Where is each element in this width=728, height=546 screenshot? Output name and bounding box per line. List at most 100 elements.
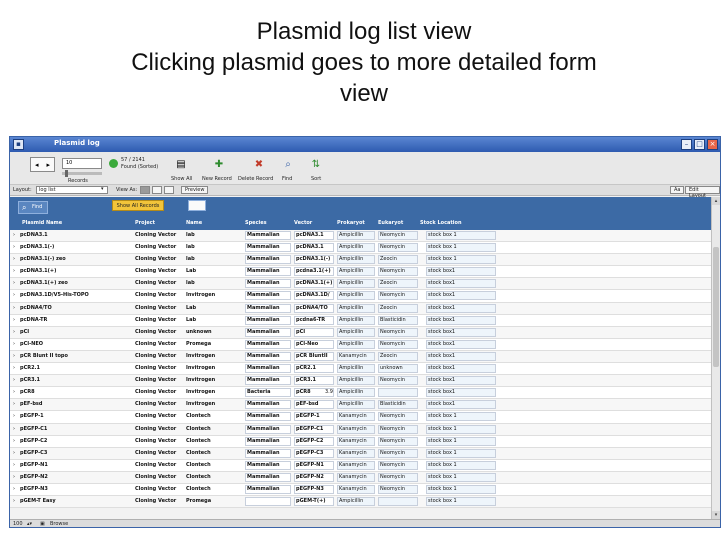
cell-vector: pEGFP-C1 (294, 424, 334, 434)
cell-project: Cloning Vector (135, 328, 177, 335)
cell-stock-location: stock box1 (426, 351, 496, 361)
table-row[interactable]: › pcDNA3.1(+) zeo Cloning Vector lab Mammali… (10, 278, 711, 291)
cell-plasmid-name[interactable]: pGEM-T Easy (20, 498, 132, 505)
cell-plasmid-name[interactable]: pEGFP-N2 (20, 474, 132, 481)
cell-plasmid-name[interactable]: pcDNA3.1(-) (20, 244, 132, 251)
new-record-button[interactable]: New Record (202, 176, 232, 182)
header-find-button[interactable]: ⌕ Find (18, 201, 48, 214)
cell-plasmid-name[interactable]: pEGFP-1 (20, 413, 132, 420)
minimize-icon[interactable]: – (681, 139, 692, 150)
find-icon[interactable]: ⌕ (282, 159, 294, 170)
row-bullet-icon: › (13, 401, 15, 408)
table-row[interactable]: › pEGFP-N2 Cloning Vector Clontech Mammalian… (10, 471, 711, 484)
delete-record-icon[interactable]: ✖ (253, 159, 265, 170)
cell-plasmid-name[interactable]: pCI-NEO (20, 341, 132, 348)
record-slider-track[interactable] (62, 172, 102, 175)
show-all-records-button[interactable]: Show All Records (112, 200, 164, 211)
cell-plasmid-name[interactable]: pCR Blunt II topo (20, 353, 132, 360)
scrollbar-thumb[interactable] (713, 247, 719, 367)
cell-plasmid-name[interactable]: pcDNA3.1D/V5-His-TOPO (20, 292, 132, 299)
column-header-project[interactable]: Project (135, 220, 155, 226)
cell-plasmid-name[interactable]: pEF-bsd (20, 401, 132, 408)
cell-eukaryot: Neomycin (378, 267, 418, 277)
table-row[interactable]: › pcDNA3.1D/V5-His-TOPO Cloning Vector Invi… (10, 290, 711, 303)
new-record-icon[interactable]: ✚ (213, 159, 225, 170)
column-header-species[interactable]: Species (245, 220, 267, 226)
column-header-vector[interactable]: Vector (294, 220, 312, 226)
cell-plasmid-name[interactable]: pEGFP-N1 (20, 462, 132, 469)
maximize-icon[interactable]: □ (694, 139, 705, 150)
delete-record-button[interactable]: Delete Record (238, 176, 273, 182)
cell-plasmid-name[interactable]: pCR3.1 (20, 377, 132, 384)
view-as-list-button[interactable] (152, 186, 162, 194)
sort-button[interactable]: Sort (311, 176, 321, 182)
table-row[interactable]: › pEGFP-C3 Cloning Vector Clontech Mammalian… (10, 447, 711, 460)
row-bullet-icon: › (13, 304, 15, 311)
cell-plasmid-name[interactable]: pEGFP-C3 (20, 450, 132, 457)
table-row[interactable]: › pEGFP-C1 Cloning Vector Clontech Mammalian… (10, 423, 711, 436)
table-row[interactable]: › pGEM-T Easy Cloning Vector Promega pGEM-T(… (10, 496, 711, 509)
table-row[interactable]: › pcDNA4/TO Cloning Vector Lab Mammalian pcDN… (10, 302, 711, 315)
cell-plasmid-name[interactable]: pcDNA-TR (20, 317, 132, 324)
record-book-navigator[interactable]: ◂ ▸ (30, 157, 55, 172)
cell-vector: pCR2.1 (294, 364, 334, 374)
close-icon[interactable]: × (707, 139, 718, 150)
show-all-icon[interactable]: ▤ (175, 159, 187, 170)
view-as-form-button[interactable] (140, 186, 150, 194)
cell-plasmid-name[interactable]: pCI (20, 329, 132, 336)
table-row[interactable]: › pEGFP-C2 Cloning Vector Clontech Mammalian… (10, 435, 711, 448)
edit-layout-button[interactable]: Edit Layout (685, 186, 720, 199)
view-as-table-button[interactable] (164, 186, 174, 194)
current-record-input[interactable]: 10 (62, 158, 102, 169)
column-header-prokaryot[interactable]: Prokaryot (337, 220, 365, 226)
previous-record-icon[interactable]: ◂ (35, 161, 39, 169)
zoom-controls-icon[interactable]: ▴▾ (27, 521, 32, 527)
column-header-eukaryot[interactable]: Eukaryot (378, 220, 403, 226)
show-all-button[interactable]: Show All (171, 176, 192, 182)
layout-select[interactable]: log list (36, 186, 108, 194)
table-row[interactable]: › pCR3.1 Cloning Vector Invitrogen Mammalian… (10, 375, 711, 388)
column-header-name[interactable]: Name (186, 220, 202, 226)
scroll-down-icon[interactable]: ▾ (712, 511, 720, 519)
table-row[interactable]: › pcDNA3.1(-) Cloning Vector lab Mammalian pc… (10, 242, 711, 255)
cell-species: Mammalian (245, 436, 291, 446)
table-row[interactable]: › pCI-NEO Cloning Vector Promega Mammalian pC… (10, 338, 711, 351)
table-row[interactable]: › pCR Blunt II topo Cloning Vector Invitrog… (10, 350, 711, 364)
table-row[interactable]: › pEGFP-1 Cloning Vector Clontech Mammalian p… (10, 411, 711, 424)
sort-icon[interactable]: ⇅ (310, 159, 322, 170)
record-slider-thumb[interactable] (65, 170, 68, 177)
text-formatting-button[interactable]: Aa (670, 186, 685, 194)
status-area-toggle-icon[interactable]: ▣ (40, 521, 45, 527)
table-row[interactable]: › pCR8 Cloning Vector Invitrogen Bacteria pCR… (10, 387, 711, 400)
cell-plasmid-name[interactable]: pcDNA3.1 (20, 232, 132, 239)
cell-plasmid-name[interactable]: pEGFP-N3 (20, 486, 132, 493)
cell-project: Cloning Vector (135, 377, 177, 384)
zoom-level[interactable]: 100 (13, 521, 23, 527)
cell-plasmid-name[interactable]: pcDNA3.1(+) zeo (20, 280, 132, 287)
cell-plasmid-name[interactable]: pEGFP-C2 (20, 438, 132, 445)
table-row[interactable]: › pcDNA-TR Cloning Vector Lab Mammalian pcdna… (10, 314, 711, 327)
column-header-stock-location[interactable]: Stock Location (420, 220, 462, 226)
table-row[interactable]: › pCR2.1 Cloning Vector Invitrogen Mammalian… (10, 363, 711, 376)
chevron-down-icon[interactable]: ▾ (101, 186, 104, 192)
scroll-up-icon[interactable]: ▴ (712, 197, 720, 205)
cell-plasmid-name[interactable]: pCR8 (20, 389, 132, 396)
table-row[interactable]: › pCI Cloning Vector unknown Mammalian pCI Amp… (10, 326, 711, 339)
cell-plasmid-name[interactable]: pcDNA3.1(-) zeo (20, 256, 132, 263)
next-record-icon[interactable]: ▸ (46, 161, 50, 169)
cell-plasmid-name[interactable]: pCR2.1 (20, 365, 132, 372)
table-row[interactable]: › pEGFP-N1 Cloning Vector Clontech Mammalian… (10, 459, 711, 472)
cell-plasmid-name[interactable]: pEGFP-C1 (20, 426, 132, 433)
cell-plasmid-name[interactable]: pcDNA3.1(+) (20, 268, 132, 275)
vertical-scrollbar[interactable]: ▴ ▾ (711, 197, 720, 519)
table-row[interactable]: › pEGFP-N3 Cloning Vector Clontech Mammalian… (10, 483, 711, 497)
table-row[interactable]: › pcDNA3.1(-) zeo Cloning Vector lab Mammali… (10, 254, 711, 267)
column-header-plasmid-name[interactable]: Plasmid Name (22, 220, 62, 226)
table-row[interactable]: › pEF-bsd Cloning Vector Invitrogen Mammalia… (10, 399, 711, 412)
table-row[interactable]: › pcDNA3.1(+) Cloning Vector Lab Mammalian pc… (10, 266, 711, 279)
preview-button[interactable]: Preview (181, 186, 209, 194)
layout-toggle-button[interactable] (188, 200, 206, 211)
find-button[interactable]: Find (282, 176, 292, 182)
table-row[interactable]: › pcDNA3.1 Cloning Vector lab Mammalian pcDNA… (10, 230, 711, 243)
cell-plasmid-name[interactable]: pcDNA4/TO (20, 305, 132, 312)
